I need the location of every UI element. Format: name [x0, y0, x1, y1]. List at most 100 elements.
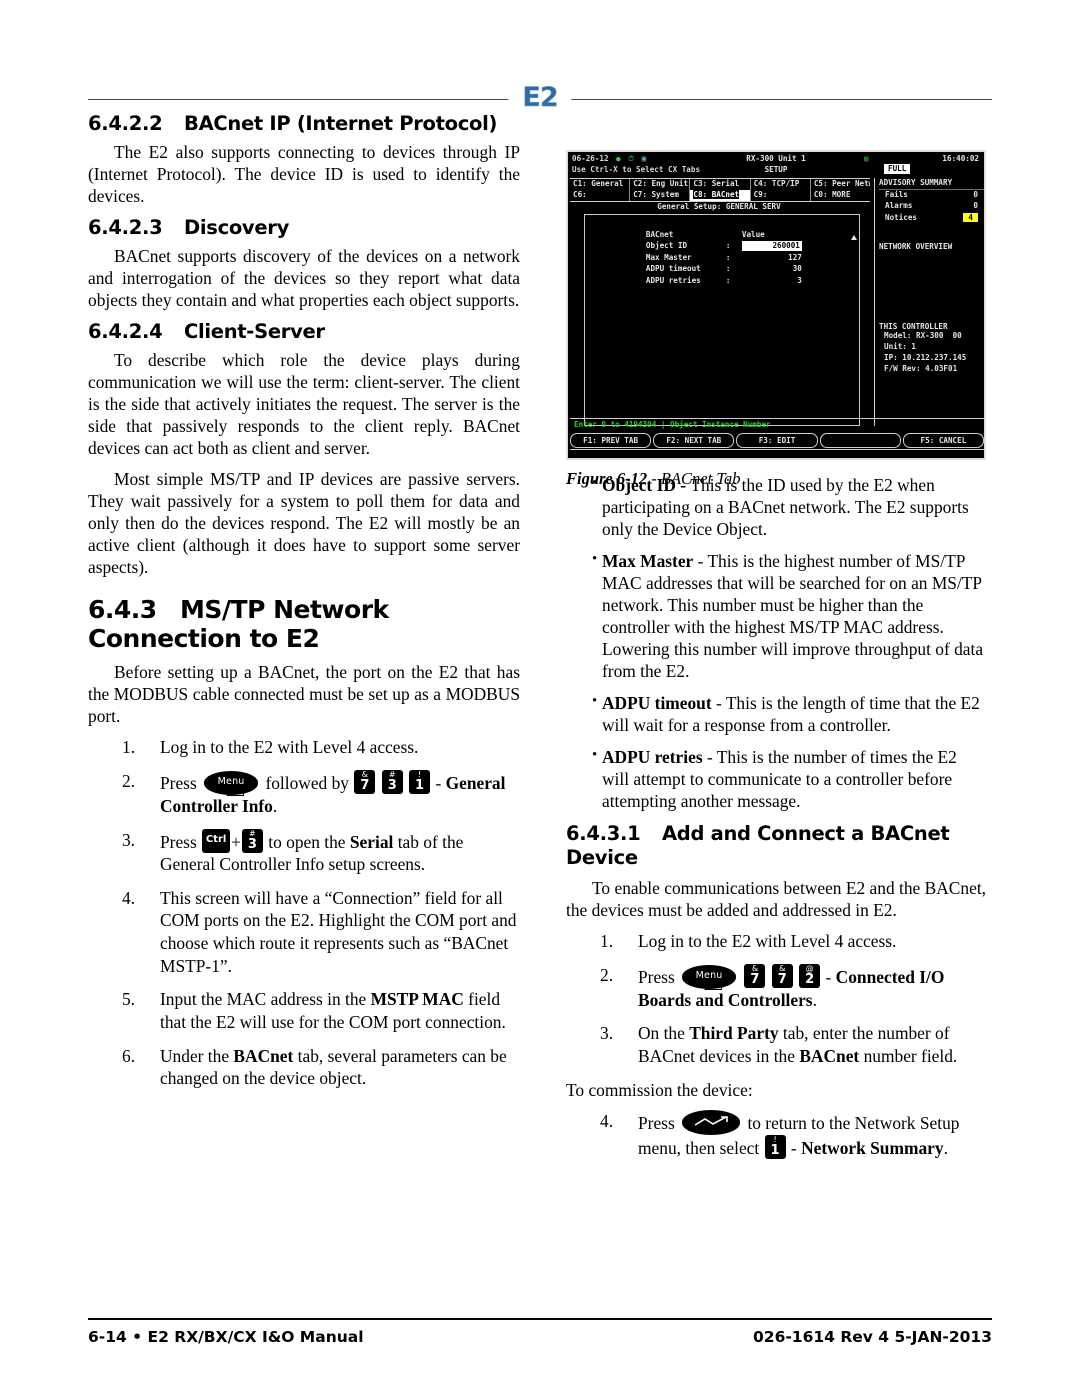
key-7-icon: & 7	[354, 769, 376, 794]
right-step-list: 1. Log in to the E2 with Level 4 access.…	[566, 930, 986, 1068]
plus-sign: +	[231, 831, 241, 852]
row-value-max-master[interactable]: 127	[742, 253, 802, 263]
row-sep: :	[725, 264, 731, 274]
row-label-adpu-retries: ADPU retries	[645, 275, 701, 285]
col-header-value: Value	[741, 229, 765, 239]
heading-number: 6.4.2.3	[88, 216, 163, 240]
advisory-notices-label: Notices	[885, 212, 918, 222]
tab-c6[interactable]: C6:	[570, 190, 631, 201]
this-controller-title: THIS CONTROLLER	[879, 321, 948, 331]
row-value-adpu-timeout[interactable]: 30	[742, 264, 802, 274]
advisory-fails-row: Fails 0	[879, 190, 984, 202]
list-text: Input the MAC address in the	[160, 989, 371, 1010]
heading-number: 6.4.2.4	[88, 320, 163, 344]
list-text-bold: Third Party	[689, 1023, 779, 1044]
key-7-icon: & 7	[771, 963, 793, 988]
list-item: 6. Under the BACnet tab, several paramet…	[88, 1045, 520, 1090]
advisory-notices-row: Notices 4	[879, 212, 984, 225]
list-item: 1. Log in to the E2 with Level 4 access.	[566, 930, 986, 953]
terminal-top-bar: 06-26-12 ● ⏱ ▣ RX-300 Unit 1 ▩ 16:40:02 …	[568, 154, 984, 176]
list-item: 1. Log in to the E2 with Level 4 access.	[88, 736, 520, 759]
fkey-f2-next-tab[interactable]: F2: NEXT TAB	[653, 433, 735, 448]
key-main: 1	[415, 777, 425, 793]
list-text: Under the	[160, 1045, 234, 1066]
footer-row: 6-14 • E2 RX/BX/CX I&O Manual 026-1614 R…	[88, 1328, 992, 1346]
row-value-adpu-retries[interactable]: 3	[742, 276, 802, 286]
scroll-up-arrow-icon[interactable]	[851, 235, 857, 240]
list-text: to open the	[268, 831, 350, 852]
row-sep: :	[725, 241, 731, 251]
terminal-tab-bar: C1: General C2: Eng Units C3: Serial C4:…	[570, 178, 870, 202]
back-key-icon	[682, 1110, 741, 1136]
tab-c4-tcpip[interactable]: C4: TCP/IP	[751, 179, 811, 190]
tab-c1-general[interactable]: C1: General	[570, 179, 631, 190]
footer-right: 026-1614 Rev 4 5-JAN-2013	[753, 1327, 992, 1346]
list-text: .	[812, 989, 817, 1010]
list-number: 3.	[600, 1023, 614, 1044]
document-page: E2 6.4.2.2 BACnet IP (Internet Protocol) …	[0, 0, 1080, 1397]
fkey-f4-empty[interactable]	[819, 433, 901, 448]
bacnet-settings-table: BACnet Value Object ID:260001 Max Master:…	[591, 220, 802, 285]
fkey-f1-prev-tab[interactable]: F1: PREV TAB	[570, 433, 652, 448]
left-column: 6.4.2.2 BACnet IP (Internet Protocol) The…	[88, 112, 520, 1101]
paragraph-add-connect: To enable communications between E2 and …	[566, 878, 986, 921]
list-item: 2. Press Menu followed by & 7 # 3 ! 1 - …	[88, 769, 520, 818]
key-3-icon: # 3	[381, 769, 403, 794]
row-label-max-master: Max Master	[645, 252, 692, 262]
row-value-object-id[interactable]: 260001	[741, 241, 802, 251]
heading-6-4-2-4: 6.4.2.4 Client-Server	[88, 320, 520, 343]
list-text: .	[943, 1138, 948, 1159]
tab-c3-serial[interactable]: C3: Serial	[690, 179, 751, 190]
bullet-term: ADPU retries	[602, 747, 703, 768]
menu-key-icon: Menu	[682, 964, 737, 990]
heading-title: BACnet IP (Internet Protocol)	[184, 112, 498, 135]
key-main: 7	[750, 971, 760, 987]
list-number: 4.	[600, 1111, 614, 1132]
heading-6-4-3-1: 6.4.3.1 Add and Connect a BACnet Device	[566, 822, 986, 869]
list-text: Log in to the E2 with Level 4 access.	[638, 931, 897, 952]
list-text: followed by	[265, 772, 349, 793]
table-header-row: BACnet Value	[591, 220, 802, 239]
paragraph-client-server-2: Most simple MS/TP and IP devices are pas…	[88, 469, 520, 578]
key-main: 3	[247, 836, 257, 852]
e2-terminal-screenshot: 06-26-12 ● ⏱ ▣ RX-300 Unit 1 ▩ 16:40:02 …	[566, 150, 986, 460]
fkey-f3-edit[interactable]: F3: EDIT	[736, 433, 818, 448]
list-text-bold: Serial	[349, 831, 394, 852]
tab-c5-peer-netwrk[interactable]: C5: Peer Netwrk	[811, 179, 870, 190]
heading-6-4-3: 6.4.3 MS/TP Network Connection to E2	[88, 596, 520, 653]
controller-model: Model: RX-300 00	[884, 331, 962, 341]
terminal-status-line: Enter 0 to 4194304 | Object Instance Num…	[570, 418, 984, 431]
list-text: Press	[638, 966, 675, 987]
tab-c2-eng-units[interactable]: C2: Eng Units	[630, 179, 691, 190]
bullet-term: ADPU timeout	[602, 693, 712, 714]
advisory-notices-value: 4	[963, 212, 978, 223]
bullet-object-id: Object ID - This is the ID used by the E…	[566, 474, 986, 540]
footer-left: 6-14 • E2 RX/BX/CX I&O Manual	[88, 1327, 364, 1346]
tab-c0-more[interactable]: C0: MORE	[811, 190, 870, 201]
key-1-icon: ! 1	[409, 769, 431, 794]
key-main: 3	[387, 777, 397, 793]
advisory-alarms-label: Alarms	[885, 201, 913, 211]
key-main: 1	[770, 1143, 780, 1159]
terminal-time: 16:40:02	[942, 154, 979, 163]
tab-row-2: C6: C7: System C8: BACnet C9: C0: MORE	[570, 190, 870, 201]
controller-ip: IP: 10.212.237.145	[884, 353, 967, 363]
list-text: Press	[638, 1113, 675, 1134]
controller-unit: Unit: 1	[884, 342, 917, 352]
fkey-f5-cancel[interactable]: F5: CANCEL	[902, 433, 984, 448]
bullet-adpu-retries: ADPU retries - This is the number of tim…	[566, 746, 986, 812]
tab-c9[interactable]: C9:	[751, 190, 811, 201]
tab-c7-system[interactable]: C7: System	[630, 190, 691, 201]
list-number: 2.	[600, 964, 614, 985]
terminal-subtitle: General Setup: GENERAL SERV	[657, 202, 781, 211]
list-number: 2.	[122, 770, 136, 791]
list-item: 2. Press Menu & 7 & 7 @ 2 - Connected I/…	[566, 963, 986, 1012]
list-text: number field.	[859, 1045, 958, 1066]
col-header-bacnet: BACnet	[645, 229, 674, 239]
terminal-mode: SETUP	[764, 165, 788, 174]
terminal-function-keys: F1: PREV TAB F2: NEXT TAB F3: EDIT F5: C…	[570, 433, 984, 448]
advisory-summary-title: ADVISORY SUMMARY	[879, 178, 984, 190]
commission-note: To commission the device:	[566, 1079, 753, 1100]
list-item: 4. This screen will have a “Connection” …	[88, 887, 520, 978]
tab-c8-bacnet-selected[interactable]: C8: BACnet	[690, 190, 751, 201]
